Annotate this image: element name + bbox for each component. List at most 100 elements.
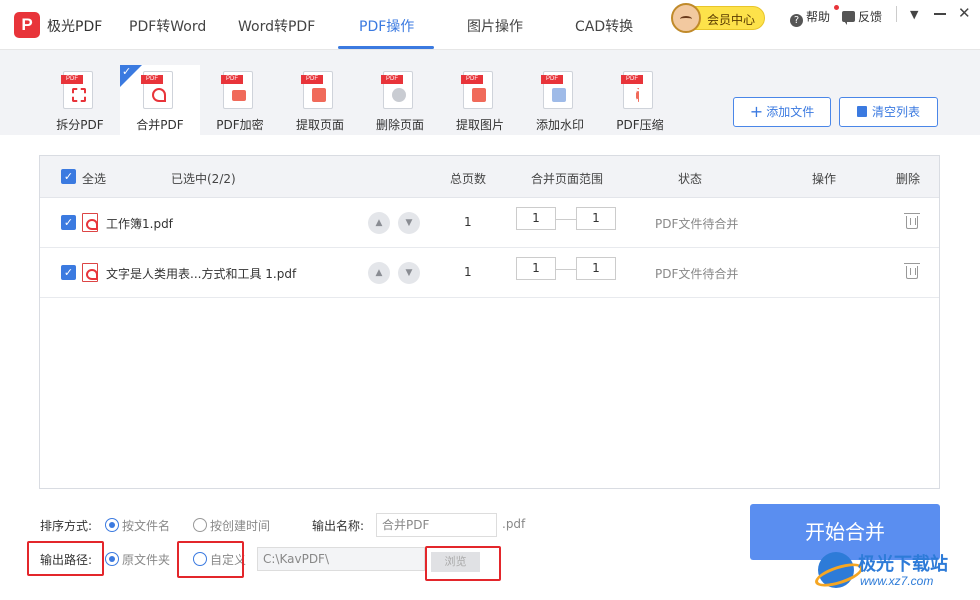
move-down-button[interactable]: ▼ [398,262,420,284]
tab-pdf-to-word[interactable]: PDF转Word [129,16,206,36]
tab-cad-convert[interactable]: CAD转换 [575,16,633,36]
highlight-box [425,546,501,581]
pdf-file-icon [82,263,98,282]
active-tab-indicator [338,46,434,49]
tool-add-watermark[interactable]: PDF 添加水印 [520,65,600,135]
watermark-url: www.xz7.com [860,574,934,588]
page-count: 1 [464,265,472,279]
sort-by-name-radio[interactable] [105,518,119,532]
row-checkbox[interactable]: ✓ [61,265,76,280]
header-range: 合并页面范围 [531,172,604,186]
output-path-input[interactable]: C:\KavPDF\ [257,547,425,571]
watermark-logo: 极光下载站 www.xz7.com [818,548,978,596]
header-status: 状态 [678,172,703,186]
move-up-button[interactable]: ▲ [368,212,390,234]
range-from-input[interactable]: 1 [516,207,556,230]
tool-label: 添加水印 [535,118,584,132]
tab-pdf-operations[interactable]: PDF操作 [359,16,414,36]
path-original-radio[interactable] [105,552,119,566]
checkmark-icon: ✓ [122,65,132,78]
feedback-icon [842,11,855,25]
menu-dropdown-icon[interactable]: ▼ [910,8,918,21]
encrypt-pdf-icon: PDF [221,71,253,109]
merge-pdf-icon: PDF [141,71,173,109]
tool-label: 拆分PDF [56,118,104,132]
output-name-input[interactable]: 合并PDF [376,513,497,537]
move-down-button[interactable]: ▼ [398,212,420,234]
move-up-button[interactable]: ▲ [368,262,390,284]
table-row: ✓ 工作簿1.pdf ▲ ▼ 1 1 1 PDF文件待合并 [40,198,939,248]
tab-word-to-pdf[interactable]: Word转PDF [238,16,315,36]
tool-extract-images[interactable]: PDF 提取图片 [440,65,520,135]
tool-split-pdf[interactable]: PDF 拆分PDF [40,65,120,135]
vip-center-button[interactable]: 会员中心 [671,3,765,33]
range-to-input[interactable]: 1 [576,207,616,230]
delete-row-icon[interactable] [904,263,920,279]
row-checkbox[interactable]: ✓ [61,215,76,230]
tool-label: PDF压缩 [616,118,664,132]
file-status: PDF文件待合并 [655,217,739,231]
range-dash [556,219,576,220]
table-row: ✓ 文字是人类用表...方式和工具 1.pdf ▲ ▼ 1 1 1 PDF文件待… [40,248,939,298]
file-status: PDF文件待合并 [655,267,739,281]
tool-encrypt-pdf[interactable]: PDF PDF加密 [200,65,280,135]
sort-by-time-label[interactable]: 按创建时间 [210,517,270,534]
header-delete: 删除 [896,172,921,186]
tool-label: PDF加密 [216,118,264,132]
range-from-input[interactable]: 1 [516,257,556,280]
file-table: ✓ 全选 已选中(2/2) 总页数 合并页面范围 状态 操作 删除 ✓ 工作簿1… [39,155,940,489]
sort-by-name-label[interactable]: 按文件名 [122,517,170,534]
tool-delete-pages[interactable]: PDF 删除页面 [360,65,440,135]
tool-label: 提取页面 [295,118,344,132]
compress-pdf-icon: PDF [621,71,653,109]
tab-image-operations[interactable]: 图片操作 [467,16,523,36]
range-dash [556,269,576,270]
extract-pages-icon: PDF [301,71,333,109]
help-label: 帮助 [806,10,831,24]
split-pdf-icon: PDF [61,71,93,109]
clear-list-label: 清空列表 [871,105,920,119]
globe-icon [818,552,854,588]
header-pages: 总页数 [450,172,487,186]
tool-ribbon: PDF 拆分PDF ✓ PDF 合并PDF PDF PDF加密 PDF 提取页面… [0,50,980,135]
watermark-icon: PDF [541,71,573,109]
delete-row-icon[interactable] [904,213,920,229]
output-name-label: 输出名称: [312,519,365,533]
watermark-title: 极光下载站 [858,554,948,575]
highlight-box [27,541,104,576]
page-count: 1 [464,215,472,229]
help-button[interactable]: ? 帮助 [790,8,830,27]
select-all-label: 全选 [82,172,107,186]
sort-label: 排序方式: [40,519,93,533]
output-ext: .pdf [502,517,526,531]
add-file-label: 添加文件 [766,105,815,119]
pdf-file-icon [82,213,98,232]
top-bar: P 极光PDF PDF转Word Word转PDF PDF操作 图片操作 CAD… [0,0,980,50]
sort-by-time-radio[interactable] [193,518,207,532]
divider [896,6,897,22]
selected-count: 已选中(2/2) [171,172,236,186]
notification-dot-icon [834,5,839,10]
file-name: 工作簿1.pdf [106,217,173,231]
close-icon[interactable]: ✕ [958,4,971,22]
vip-center-label: 会员中心 [707,13,756,27]
tool-label: 合并PDF [136,118,184,132]
avatar [671,3,701,33]
tool-merge-pdf[interactable]: ✓ PDF 合并PDF [120,65,200,135]
app-name: 极光PDF [47,19,103,35]
feedback-button[interactable]: 反馈 [842,8,882,25]
tool-extract-pages[interactable]: PDF 提取页面 [280,65,360,135]
add-file-button[interactable]: + 添加文件 [733,97,831,127]
table-header: ✓ 全选 已选中(2/2) 总页数 合并页面范围 状态 操作 删除 [40,156,939,198]
select-all-checkbox[interactable]: ✓ [61,169,76,184]
clear-list-button[interactable]: 清空列表 [839,97,938,127]
feedback-label: 反馈 [858,10,883,24]
range-to-input[interactable]: 1 [576,257,616,280]
help-icon: ? [790,14,803,27]
tool-compress-pdf[interactable]: PDF PDF压缩 [600,65,680,135]
path-original-label[interactable]: 原文件夹 [122,551,170,568]
app-logo-icon: P [14,12,40,38]
highlight-box [177,541,244,578]
minimize-icon[interactable] [934,13,946,15]
delete-pages-icon: PDF [381,71,413,109]
